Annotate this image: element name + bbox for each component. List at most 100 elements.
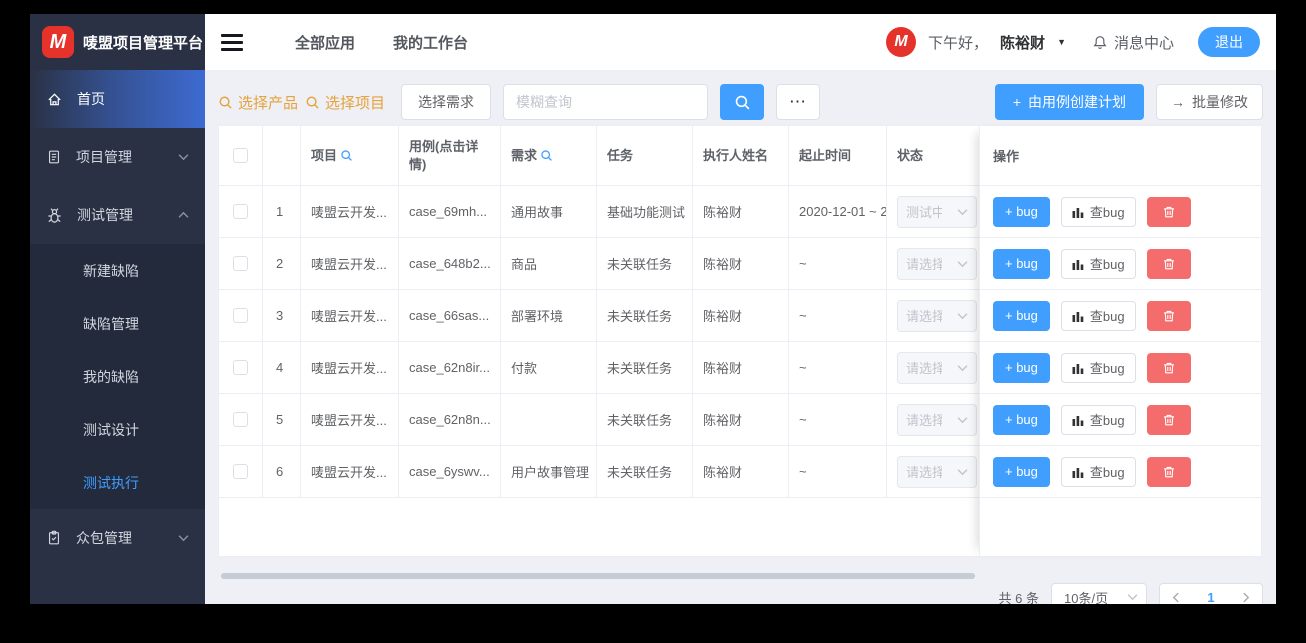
user-avatar[interactable]: M bbox=[886, 27, 917, 57]
status-select[interactable]: 请选择 bbox=[897, 403, 977, 436]
action-row: + bug 查bug bbox=[980, 290, 1261, 342]
row-checkbox[interactable] bbox=[233, 204, 248, 219]
logout-button[interactable]: 退出 bbox=[1198, 27, 1260, 57]
batch-edit-button[interactable]: → 批量修改 bbox=[1156, 84, 1263, 120]
page-number[interactable]: 1 bbox=[1207, 590, 1214, 605]
cell-checkbox bbox=[219, 186, 263, 237]
cell-requirement: 通用故事 bbox=[501, 186, 597, 237]
row-checkbox[interactable] bbox=[233, 464, 248, 479]
sidebar-item-home[interactable]: 首页 bbox=[30, 70, 205, 128]
message-center-label: 消息中心 bbox=[1113, 34, 1174, 52]
ellipsis-icon: ⋯ bbox=[789, 92, 808, 111]
cell-executor: 陈裕财 bbox=[693, 394, 789, 445]
cell-case[interactable]: case_648b2... bbox=[399, 238, 501, 289]
view-bug-button[interactable]: 查bug bbox=[1060, 352, 1136, 383]
action-row: + bug 查bug bbox=[980, 186, 1261, 238]
cell-task: 未关联任务 bbox=[597, 290, 693, 341]
more-actions-button[interactable]: ⋯ bbox=[776, 84, 821, 120]
status-select[interactable]: 请选择 bbox=[897, 247, 977, 280]
project-search-icon[interactable] bbox=[340, 149, 353, 162]
cell-case[interactable]: case_6yswv... bbox=[399, 446, 501, 497]
search-button[interactable] bbox=[720, 84, 765, 120]
view-bug-button[interactable]: 查bug bbox=[1060, 404, 1136, 435]
cell-case[interactable]: case_62n8n... bbox=[399, 394, 501, 445]
header-cell-task: 任务 bbox=[597, 126, 693, 185]
select-product-label: 选择产品 bbox=[238, 94, 299, 112]
delete-button[interactable] bbox=[1146, 352, 1191, 383]
sidebar-item-my-defects[interactable]: 我的缺陷 bbox=[30, 350, 205, 403]
row-checkbox[interactable] bbox=[233, 412, 248, 427]
username[interactable]: 陈裕财 bbox=[1000, 32, 1045, 53]
view-bug-button[interactable]: 查bug bbox=[1060, 300, 1136, 331]
cell-case[interactable]: case_69mh... bbox=[399, 186, 501, 237]
status-select[interactable]: 测试中 bbox=[897, 195, 977, 228]
status-select[interactable]: 请选择 bbox=[897, 351, 977, 384]
sidebar-item-clipped[interactable] bbox=[30, 581, 205, 604]
trash-icon bbox=[1163, 258, 1174, 269]
header-cell-checkbox bbox=[219, 126, 263, 185]
row-checkbox[interactable] bbox=[233, 256, 248, 271]
sidebar-item-defect-mgmt[interactable]: 缺陷管理 bbox=[30, 297, 205, 350]
add-bug-button[interactable]: + bug bbox=[993, 300, 1050, 331]
status-select[interactable]: 请选择 bbox=[897, 299, 977, 332]
sidebar-item-crowdsourcing-mgmt[interactable]: 众包管理 bbox=[30, 509, 205, 567]
select-project-link[interactable]: 选择项目 bbox=[305, 92, 385, 113]
add-bug-button[interactable]: + bug bbox=[993, 196, 1050, 227]
delete-button[interactable] bbox=[1146, 300, 1191, 331]
cell-dates: ~ bbox=[789, 446, 887, 497]
select-all-checkbox[interactable] bbox=[233, 148, 248, 163]
sidebar-item-test-design[interactable]: 测试设计 bbox=[30, 403, 205, 456]
horizontal-scrollbar[interactable] bbox=[221, 573, 975, 579]
cell-status: 请选择 bbox=[887, 394, 981, 445]
cell-project: 唛盟云开发... bbox=[301, 290, 399, 341]
cell-case[interactable]: case_62n8ir... bbox=[399, 342, 501, 393]
header-cell-status: 状态 bbox=[887, 126, 981, 185]
add-bug-button[interactable]: + bug bbox=[993, 404, 1050, 435]
add-bug-button[interactable]: + bug bbox=[993, 248, 1050, 279]
cell-case[interactable]: case_66sas... bbox=[399, 290, 501, 341]
topbar-link-all-apps[interactable]: 全部应用 bbox=[295, 32, 355, 53]
cell-status: 测试中 bbox=[887, 186, 981, 237]
message-center[interactable]: 消息中心 bbox=[1092, 32, 1174, 53]
status-select[interactable]: 请选择 bbox=[897, 455, 977, 488]
create-plan-button[interactable]: + 由用例创建计划 bbox=[994, 84, 1144, 120]
fuzzy-search-input[interactable] bbox=[503, 84, 709, 120]
page-size-select[interactable]: 10条/页 bbox=[1051, 583, 1147, 604]
requirement-search-icon[interactable] bbox=[540, 149, 553, 162]
delete-button[interactable] bbox=[1146, 248, 1191, 279]
select-product-link[interactable]: 选择产品 bbox=[218, 92, 298, 113]
row-checkbox[interactable] bbox=[233, 308, 248, 323]
delete-button[interactable] bbox=[1146, 456, 1191, 487]
view-bug-button[interactable]: 查bug bbox=[1060, 248, 1136, 279]
cell-status: 请选择 bbox=[887, 238, 981, 289]
sidebar-item-label: 新建缺陷 bbox=[83, 262, 139, 279]
next-page-button[interactable] bbox=[1242, 592, 1250, 603]
status-value: 请选择 bbox=[906, 309, 942, 324]
sidebar-item-test-mgmt[interactable]: 测试管理 bbox=[30, 186, 205, 244]
bar-chart-icon bbox=[1072, 259, 1084, 270]
topbar: 全部应用 我的工作台 M 下午好， 陈裕财 ▼ 消息中心 退出 bbox=[205, 14, 1276, 70]
sidebar-item-test-execution[interactable]: 测试执行 bbox=[30, 456, 205, 509]
sidebar-item-new-defect[interactable]: 新建缺陷 bbox=[30, 244, 205, 297]
action-row: + bug 查bug bbox=[980, 446, 1261, 498]
home-icon bbox=[48, 92, 61, 105]
view-bug-label: 查bug bbox=[1089, 413, 1125, 428]
prev-page-button[interactable] bbox=[1172, 592, 1180, 603]
topbar-link-my-workbench[interactable]: 我的工作台 bbox=[393, 32, 468, 53]
sidebar-item-project-mgmt[interactable]: 项目管理 bbox=[30, 128, 205, 186]
caret-down-icon[interactable]: ▼ bbox=[1057, 37, 1066, 47]
delete-button[interactable] bbox=[1146, 404, 1191, 435]
hamburger-menu-icon[interactable] bbox=[221, 33, 243, 51]
delete-button[interactable] bbox=[1146, 196, 1191, 227]
add-bug-button[interactable]: + bug bbox=[993, 352, 1050, 383]
chevron-up-icon bbox=[178, 211, 189, 218]
search-icon bbox=[219, 96, 232, 109]
sidebar-item-label: 测试设计 bbox=[83, 421, 139, 438]
row-checkbox[interactable] bbox=[233, 360, 248, 375]
add-bug-button[interactable]: + bug bbox=[993, 456, 1050, 487]
header-cell-actions: 操作 bbox=[980, 126, 1261, 186]
select-requirement-button[interactable]: 选择需求 bbox=[401, 84, 492, 120]
view-bug-button[interactable]: 查bug bbox=[1060, 196, 1136, 227]
view-bug-button[interactable]: 查bug bbox=[1060, 456, 1136, 487]
view-bug-label: 查bug bbox=[1089, 205, 1125, 220]
